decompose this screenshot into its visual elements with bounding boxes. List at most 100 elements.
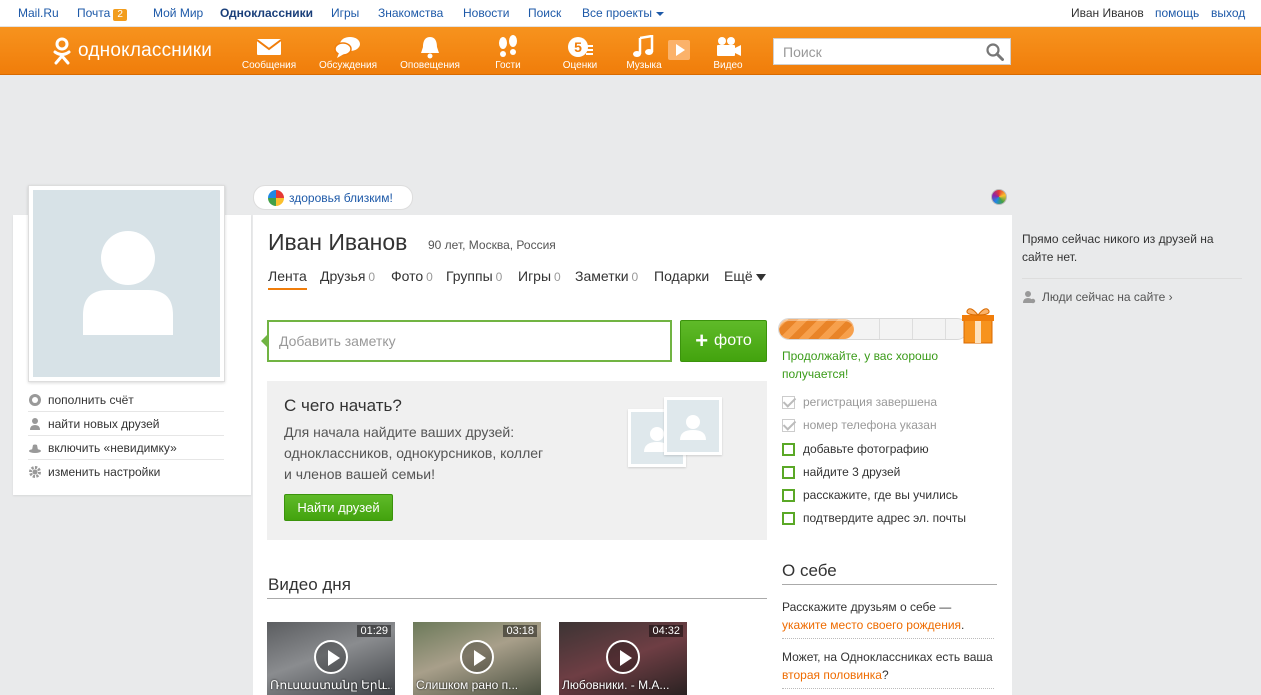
step-education[interactable]: расскажите, где вы учились: [782, 487, 958, 503]
music-note-icon: [633, 35, 654, 57]
user-name[interactable]: Иван Иванов: [1071, 6, 1144, 20]
search-link[interactable]: Поиск: [528, 6, 561, 20]
step-phone: номер телефона указан: [782, 417, 937, 433]
gift-icon[interactable]: [962, 305, 994, 345]
tab-label: Игры: [518, 268, 552, 284]
tab-label: Подарки: [654, 268, 710, 284]
step-find-friends[interactable]: найдите 3 друзей: [782, 464, 900, 480]
divider: [782, 688, 994, 689]
tab-photos[interactable]: Фото 0: [391, 268, 433, 284]
add-note-input[interactable]: [269, 322, 670, 360]
svg-text:5: 5: [574, 39, 582, 55]
nav-discussions[interactable]: Обсуждения: [315, 27, 381, 75]
tab-feed[interactable]: Лента: [268, 268, 307, 290]
video-title: Ռուսաստանը Երև...: [270, 678, 392, 692]
logo-text: одноклассники: [78, 40, 213, 61]
people-online-label: Люди сейчас на сайте ›: [1042, 290, 1173, 304]
news-link[interactable]: Новости: [463, 6, 509, 20]
mail-link-label: Почта: [77, 6, 111, 20]
photo-button-label: фото: [714, 332, 752, 349]
tab-gifts[interactable]: Подарки: [654, 268, 709, 284]
find-friends-link[interactable]: найти новых друзей: [28, 412, 224, 436]
tab-notes[interactable]: Заметки 0: [575, 268, 638, 284]
checkbox: [782, 442, 795, 456]
about-birthplace: Расскажите друзьям о себе — укажите мест…: [782, 600, 965, 632]
about-text: Может, на Одноклассниках есть ваша: [782, 650, 993, 664]
video-thumb[interactable]: 01:29 Ռուսաստանը Երև...: [267, 622, 395, 695]
theme-picker-icon[interactable]: [991, 189, 1007, 205]
menu-label: найти новых друзей: [48, 416, 160, 431]
all-projects-link[interactable]: Все проекты: [582, 6, 665, 20]
about-text: Расскажите друзьям о себе —: [782, 600, 952, 614]
step-label: расскажите, где вы учились: [803, 488, 959, 502]
promo-icon: [268, 189, 284, 206]
getting-started-text: Для начала найдите ваших друзей: однокла…: [284, 424, 544, 482]
search-icon[interactable]: [986, 43, 1004, 61]
tab-label: Лента: [268, 268, 307, 284]
photo-frame-icon: [664, 397, 722, 455]
avatar-placeholder: [33, 190, 220, 377]
top-up-balance-link[interactable]: пополнить счёт: [28, 388, 224, 412]
moi-mir-link[interactable]: Мой Мир: [153, 6, 203, 20]
step-label: номер телефона указан: [803, 418, 937, 432]
checkbox-checked: [782, 418, 795, 432]
about-title: О себе: [782, 561, 837, 580]
tab-count: 0: [554, 270, 561, 284]
add-photo-button[interactable]: + фото: [680, 320, 767, 362]
nav-ratings[interactable]: 5 Оценки: [555, 27, 605, 75]
video-thumb[interactable]: 03:18 Слишком рано п...: [413, 622, 541, 695]
help-link[interactable]: помощь: [1155, 6, 1199, 20]
nav-messages[interactable]: Сообщения: [238, 27, 300, 75]
profile-progress-bar: [778, 318, 968, 340]
nav-video[interactable]: Видео: [704, 27, 752, 75]
hat-icon: [29, 444, 41, 453]
getting-started-card: С чего начать? Для начала найдите ваших …: [267, 381, 767, 540]
find-friends-button[interactable]: Найти друзей: [284, 494, 393, 521]
video-thumb[interactable]: 04:32 Любовники. - М.А...: [559, 622, 687, 695]
settings-link[interactable]: изменить настройки: [28, 460, 224, 484]
checkbox: [782, 465, 795, 479]
search-input[interactable]: [774, 39, 979, 64]
games-link[interactable]: Игры: [331, 6, 359, 20]
ok-logo-icon: [52, 37, 72, 65]
play-icon: [606, 640, 640, 674]
mailru-link[interactable]: Mail.Ru: [18, 6, 59, 20]
about-text-end: ?: [881, 668, 889, 682]
step-label: добавьте фотографию: [803, 442, 929, 456]
step-label: подтвердите адрес эл. почты: [803, 511, 966, 525]
partner-link[interactable]: вторая половинка: [782, 668, 882, 682]
invisible-mode-link[interactable]: включить «невидимку»: [28, 436, 224, 460]
menu-label: пополнить счёт: [48, 392, 134, 407]
nav-notifications[interactable]: Оповещения: [396, 27, 464, 75]
nav-guests[interactable]: Гости: [484, 27, 532, 75]
portal-bar: Mail.Ru Почта 2 Мой Мир Одноклассники Игр…: [0, 0, 1261, 27]
odnoklassniki-link[interactable]: Одноклассники: [220, 6, 313, 20]
gear-icon: [29, 466, 41, 478]
avatar[interactable]: [28, 185, 225, 382]
music-play-button[interactable]: [667, 27, 693, 75]
mail-link[interactable]: Почта 2: [77, 6, 127, 21]
envelope-icon: [256, 39, 282, 55]
play-icon: [460, 640, 494, 674]
birthplace-link[interactable]: укажите место своего рождения: [782, 618, 961, 632]
logout-link[interactable]: выход: [1211, 6, 1245, 20]
tab-friends[interactable]: Друзья 0: [320, 268, 375, 284]
tab-groups[interactable]: Группы 0: [446, 268, 502, 284]
tab-count: 0: [426, 270, 433, 284]
step-add-photo[interactable]: добавьте фотографию: [782, 441, 929, 457]
tab-games[interactable]: Игры 0: [518, 268, 561, 284]
nav-label: Сообщения: [241, 60, 297, 71]
tab-more[interactable]: Ещё: [724, 268, 766, 284]
nav-music[interactable]: Музыка: [620, 27, 668, 75]
search-box: [773, 38, 1011, 65]
step-label: регистрация завершена: [803, 395, 938, 409]
video-duration: 04:32: [649, 625, 683, 637]
video-duration: 01:29: [357, 625, 391, 637]
step-confirm-email[interactable]: подтвердите адрес эл. почты: [782, 510, 966, 526]
site-logo[interactable]: одноклассники: [52, 36, 212, 66]
play-icon: [668, 40, 690, 60]
progress-divider: [879, 319, 880, 339]
dating-link[interactable]: Знакомства: [378, 6, 443, 20]
promo-pill[interactable]: здоровья близким!: [253, 185, 413, 210]
people-online-link[interactable]: Люди сейчас на сайте ›: [1022, 290, 1173, 304]
